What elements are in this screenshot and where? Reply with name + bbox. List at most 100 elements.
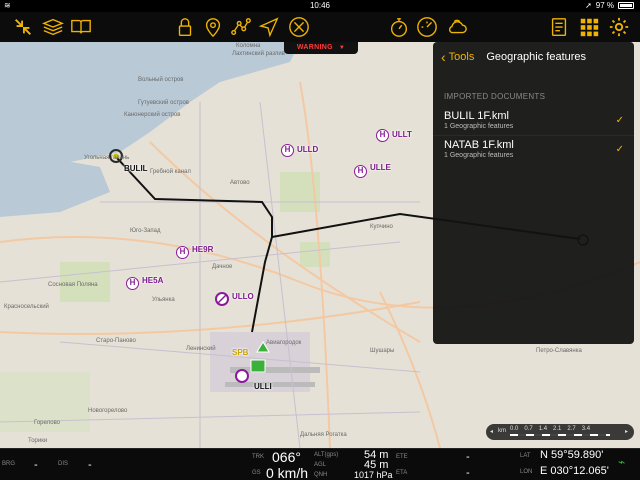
waypoint-label[interactable]: ULLE (370, 163, 391, 172)
alt-label: ALT(gps) (314, 452, 339, 458)
waypoint-label[interactable]: SPB (232, 348, 248, 357)
arrow-right-icon: ▸ (624, 429, 628, 435)
direct-to-icon[interactable] (256, 14, 282, 40)
scale-bar-graphic (510, 434, 610, 436)
document-subtitle: 1 Geographic features (444, 152, 514, 159)
weather-icon[interactable] (444, 14, 470, 40)
stopwatch-icon[interactable] (386, 14, 412, 40)
place-label: Дачное (212, 264, 233, 270)
document-item[interactable]: NATAB 1F.kml 1 Geographic features ✓ (433, 135, 634, 163)
shrink-arrows-icon[interactable] (10, 14, 36, 40)
flight-info-bar: BRG - DIS - TRK 066° GS 0 km/h ALT(gps) … (0, 448, 640, 480)
place-label: Гребной канал (150, 169, 191, 175)
place-label: Дальняя Рогатка (300, 432, 347, 438)
qnh-value: 1017 hPa (354, 470, 393, 480)
dis-value: - (88, 459, 92, 471)
checkmark-icon: ✓ (615, 144, 624, 155)
place-label: Угольная гавань (84, 155, 130, 161)
brg-value: - (34, 459, 38, 471)
waypoint-label[interactable]: ULLO (232, 292, 254, 301)
route-icon[interactable] (228, 14, 254, 40)
ete-value: - (466, 451, 470, 463)
scale-tick: 2.1 (553, 426, 562, 432)
gps-signal-icon[interactable]: ⌁ (618, 455, 625, 469)
helipad-icon[interactable]: H (354, 165, 367, 178)
gauge-icon[interactable] (414, 14, 440, 40)
helipad-icon[interactable]: H (376, 129, 389, 142)
scale-tick: 3.4 (581, 426, 591, 432)
settings-gear-icon[interactable] (606, 14, 632, 40)
checkmark-icon: ✓ (615, 115, 624, 126)
waypoint-label[interactable]: BULIL (124, 164, 148, 173)
scale-unit: km (498, 428, 506, 434)
back-label: Tools (448, 51, 475, 63)
top-toolbar (0, 12, 640, 42)
clock: 10:46 (309, 1, 331, 10)
place-label: Сосновая Поляна (48, 282, 98, 288)
gs-label: GS (252, 470, 261, 476)
panel-header: ‹ Tools Geographic features (433, 42, 634, 72)
place-label: Купчино (370, 224, 393, 230)
map-layers-icon[interactable] (40, 14, 66, 40)
panel-title: Geographic features (486, 51, 587, 63)
scale-ticks: 0.0 0.7 1.4 2.1 2.7 3.4 (510, 426, 590, 432)
lat-label: LAT (520, 453, 531, 459)
waypoint-label[interactable]: ULLT (392, 130, 412, 139)
scale-bar[interactable]: ◂ km 0.0 0.7 1.4 2.1 2.7 3.4 ▸ (486, 424, 634, 440)
open-book-icon[interactable] (68, 14, 94, 40)
document-item[interactable]: BULIL 1F.kml 1 Geographic features ✓ (433, 107, 634, 135)
place-label: Гутуевский остров (138, 100, 189, 106)
brg-label: BRG (2, 461, 16, 467)
geographic-features-panel: ‹ Tools Geographic features IMPORTED DOC… (433, 42, 634, 344)
waypoint-label[interactable]: HE5A (142, 276, 163, 285)
ete-label: ETE (396, 454, 408, 460)
back-button[interactable]: ‹ Tools (441, 50, 474, 64)
place-label: Шушары (370, 348, 395, 354)
helipad-icon[interactable]: H (126, 277, 139, 290)
waypoint-label[interactable]: ULLD (297, 145, 318, 154)
eta-value: - (466, 467, 470, 479)
scale-tick: 1.4 (538, 426, 548, 432)
eta-label: ETA (396, 470, 408, 476)
warning-tab[interactable]: WARNING ▼ (284, 42, 358, 54)
battery-percent: 97 % (595, 1, 614, 10)
chevron-left-icon: ‹ (441, 49, 446, 65)
lock-icon[interactable] (172, 14, 198, 40)
waypoint-label[interactable]: ULLI (254, 382, 272, 391)
place-label: Юго-Запад (130, 228, 161, 234)
scale-tick: 0.7 (524, 426, 533, 432)
lat-value: N 59°59.890' (540, 449, 604, 461)
trk-label: TRK (252, 454, 264, 460)
qnh-label: QNH (314, 472, 328, 478)
dis-label: DIS (58, 461, 69, 467)
place-label: Лахтинский разлив (232, 51, 285, 57)
waypoint-label[interactable]: HE9R (192, 245, 213, 254)
grid-menu-icon[interactable] (576, 14, 602, 40)
scale-tick: 0.0 (510, 426, 519, 432)
place-label: Коломна (236, 43, 261, 49)
place-label: Красносельский (4, 304, 49, 310)
place-label: Новогорелово (88, 408, 128, 414)
lon-label: LON (520, 469, 533, 475)
section-header: IMPORTED DOCUMENTS (444, 92, 546, 101)
battery-icon (618, 2, 634, 9)
status-bar: ≋ 10:46 ➚ 97 % (0, 0, 640, 12)
status-right: ➚ 97 % (585, 1, 634, 10)
helipad-icon[interactable]: H (281, 144, 294, 157)
document-list: BULIL 1F.kml 1 Geographic features ✓ NAT… (433, 107, 634, 163)
place-label: Авиагородок (266, 340, 302, 346)
helipad-icon[interactable]: H (176, 246, 189, 259)
place-label: Ленинский (186, 346, 216, 352)
waypoint-pin-icon[interactable] (200, 14, 226, 40)
document-name: BULIL 1F.kml (444, 110, 510, 122)
checklist-icon[interactable] (546, 14, 572, 40)
place-label: Вольный остров (138, 77, 184, 83)
lon-value: E 030°12.065' (540, 465, 609, 477)
gs-value: 0 km/h (266, 465, 309, 480)
document-subtitle: 1 Geographic features (444, 123, 514, 130)
scale-tick: 2.7 (567, 426, 576, 432)
trk-value: 066° (272, 449, 301, 465)
place-label: Канонерский остров (124, 112, 181, 118)
arrow-left-icon: ◂ (490, 429, 494, 435)
cancel-route-icon[interactable] (286, 14, 312, 40)
